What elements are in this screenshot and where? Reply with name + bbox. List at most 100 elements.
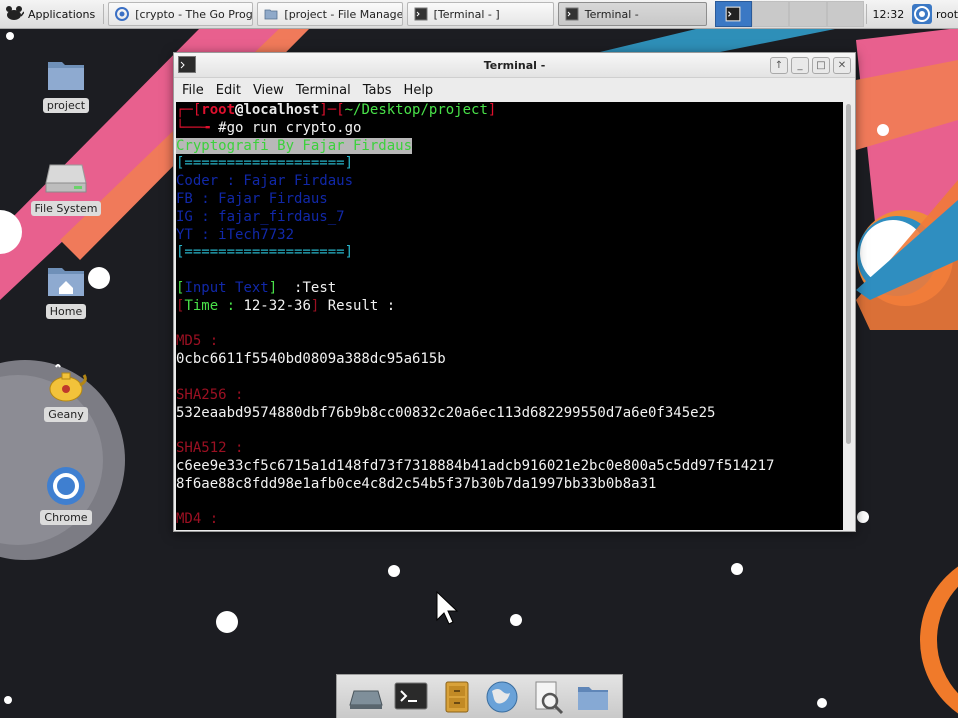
sha512-value-line-1: c6ee9e33cf5c6715a1d148fd73f7318884b41adc… [176,457,775,474]
dock-terminal[interactable] [392,678,430,716]
menu-terminal[interactable]: Terminal [290,83,357,98]
home-folder-icon [48,268,84,296]
minimize-icon[interactable]: _ [791,57,809,74]
close-icon[interactable]: ✕ [833,57,851,74]
workspace-3[interactable] [789,1,827,27]
desktop-icon-label: project [42,98,90,113]
dock-folder[interactable] [574,678,612,716]
clock[interactable]: 12:32 [869,8,908,21]
menu-help[interactable]: Help [398,83,440,98]
banner-text: Cryptografi By Fajar Firdaus [176,137,413,154]
menu-tabs[interactable]: Tabs [357,83,398,98]
sha512-label: SHA512 : [176,440,244,457]
shade-up-icon[interactable]: ↑ [770,57,788,74]
web-browser-icon [486,681,518,712]
desktop-icon-label: Home [45,304,87,319]
bottom-dock [336,674,623,718]
terminal-scrollbar[interactable] [844,102,854,530]
dock-show-desktop[interactable] [347,678,385,716]
input-line: [Input Text] :Test [176,279,337,296]
folder-icon [265,9,278,20]
panel-separator [103,4,105,24]
desktop-icon-chrome[interactable]: Chrome [31,464,101,525]
desktop-icon-geany[interactable]: Geany [31,361,101,422]
menu-file[interactable]: File [176,83,210,98]
desktop-icon-file-system[interactable]: File System [30,155,102,216]
divider-bottom: [===================] [176,244,354,261]
workspace-4[interactable] [826,1,864,27]
prompt-host: localhost [243,102,320,118]
sha512-value-line-2: 8f6ae88c8fdd98e1afb0ce4c8d2c54b5f37b30b7… [176,475,657,492]
window-title: Terminal - [483,58,546,72]
desktop-icon-project[interactable]: project [31,52,101,113]
maximize-icon[interactable]: □ [812,57,830,74]
command-text: #go run crypto.go [218,119,362,136]
terminal-menubar: File Edit View Terminal Tabs Help [174,78,855,102]
taskbar-item-terminal-1[interactable]: [Terminal - ] [406,2,554,26]
chrome-icon [911,4,932,24]
terminal-icon [394,682,428,709]
info-ig: IG : fajar_firdaus_7 [176,208,345,225]
input-value: :Test [294,279,337,296]
panel-separator [865,4,867,24]
time-line: [Time : 12-32-36] Result : [176,297,396,314]
workspace-2[interactable] [752,1,790,27]
dock-file-cabinet[interactable] [438,678,476,716]
menu-edit[interactable]: Edit [210,83,247,98]
prompt-user: root [201,102,236,118]
prompt-path: ~/Desktop/project [344,102,488,118]
drive-icon [45,164,87,193]
applications-menu-button[interactable]: Applications [0,0,101,28]
md5-label: MD5 : [176,333,219,350]
md4-label: MD4 : [176,511,219,528]
desktop-icon-label: File System [30,201,102,216]
workspace-1[interactable] [714,1,753,27]
sha256-value: 532eaabd9574880dbf76b9b8cc00832c20a6ec11… [176,404,716,421]
desktop-icon-label: Geany [44,407,88,422]
dock-search[interactable] [529,678,567,716]
terminal-icon [178,56,196,73]
input-tag: Input Text [184,279,269,296]
time-value: 12-32-36 [243,297,311,314]
terminal-window: Terminal - ↑ _ □ ✕ File Edit View Termin… [173,52,856,532]
terminal-icon [414,7,428,21]
chrome-icon [115,7,130,21]
terminal-icon [725,6,741,22]
terminal-icon [565,7,579,21]
time-label: Time : [184,297,244,314]
taskbar-item-browser[interactable]: [crypto - The Go Progra... [108,2,254,26]
taskbar-item-label: [Terminal - ] [433,7,500,21]
window-titlebar[interactable]: Terminal - ↑ _ □ ✕ [174,53,855,78]
taskbar-item-label: [crypto - The Go Progra... [135,7,253,21]
terminal-output[interactable]: ┌─[root@localhost]─[~/Desktop/project] └… [176,102,843,530]
prompt-line: ┌─[root@localhost]─[~/Desktop/project] [176,102,497,118]
divider-top: [===================] [176,155,354,172]
xfce-mouse-icon [6,6,24,20]
menu-view[interactable]: View [247,83,290,98]
taskbar-item-label: Terminal - [584,7,639,21]
desktop-icon-label: Chrome [40,510,92,525]
folder-icon [578,686,609,710]
scrollbar-thumb[interactable] [846,104,851,444]
sha256-label: SHA256 : [176,386,244,403]
user-menu[interactable]: root [908,4,958,24]
command-line: └──╼ #go run crypto.go [176,119,362,136]
result-label: Result : [319,297,396,314]
desktop-icon-home[interactable]: Home [31,258,101,319]
chrome-icon [47,467,85,505]
applications-label: Applications [28,7,96,21]
file-cabinet-icon [445,681,469,712]
info-fb: FB : Fajar Firdaus [176,190,328,207]
dock-web-browser[interactable] [483,678,521,716]
taskbar-item-file-manager[interactable]: [project - File Manager] [257,2,403,26]
md5-value: 0cbc6611f5540bd0809a388dc95a615b [176,351,446,368]
taskbar-item-terminal-2[interactable]: Terminal - [557,2,707,26]
top-panel: Applications [crypto - The Go Progra... … [0,0,958,29]
geany-icon [49,364,87,402]
folder-icon [48,62,84,90]
banner-line: Cryptografi By Fajar Firdaus [176,137,843,156]
